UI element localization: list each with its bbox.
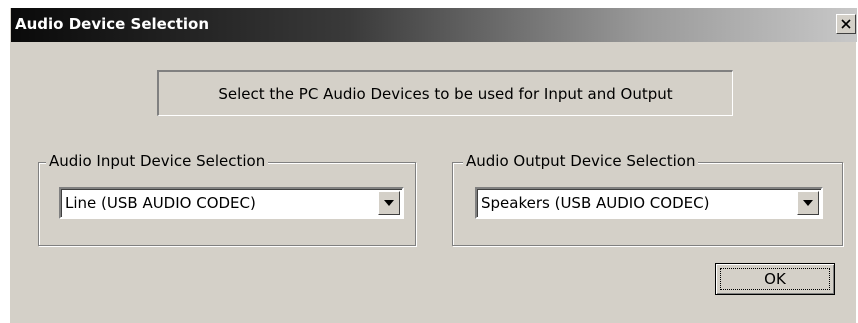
window-title: Audio Device Selection [15,15,210,33]
close-icon [841,19,851,29]
audio-input-group: Audio Input Device Selection Line (USB A… [38,152,416,246]
audio-input-dropdown[interactable]: Line (USB AUDIO CODEC) [59,187,404,219]
ok-button-label: OK [764,270,786,288]
audio-input-selected-value: Line (USB AUDIO CODEC) [65,194,256,212]
audio-output-group: Audio Output Device Selection Speakers (… [452,152,843,246]
title-bar[interactable]: Audio Device Selection [11,8,857,42]
audio-input-legend: Audio Input Device Selection [46,152,269,170]
audio-output-dropdown[interactable]: Speakers (USB AUDIO CODEC) [475,187,823,219]
ok-button[interactable]: OK [715,263,835,295]
audio-input-dropdown-button[interactable] [378,191,400,215]
close-button[interactable] [836,14,856,34]
info-text: Select the PC Audio Devices to be used f… [218,84,673,103]
audio-output-dropdown-button[interactable] [797,191,819,215]
chevron-down-icon [384,200,394,206]
audio-device-dialog: Audio Device Selection Select the PC Aud… [10,8,857,323]
audio-output-legend: Audio Output Device Selection [463,152,699,170]
audio-output-selected-value: Speakers (USB AUDIO CODEC) [481,194,710,212]
chevron-down-icon [803,200,813,206]
info-text-box: Select the PC Audio Devices to be used f… [157,70,733,116]
